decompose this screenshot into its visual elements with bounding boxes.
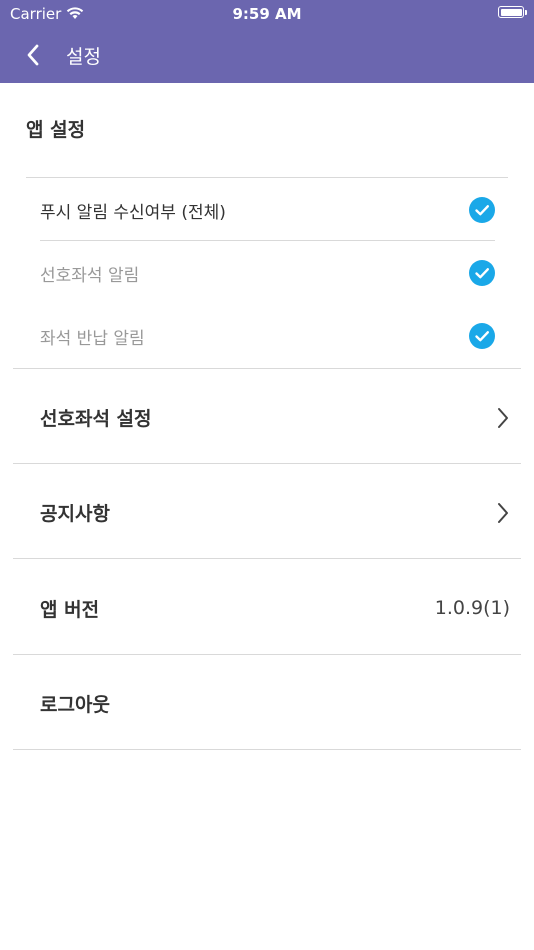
app-version-row: 앱 버전 1.0.9(1) bbox=[40, 560, 510, 655]
divider bbox=[13, 558, 521, 559]
chevron-right-icon bbox=[496, 407, 510, 429]
push-notification-toggle[interactable]: 푸시 알림 수신여부 (전체) bbox=[40, 179, 495, 241]
seat-return-alert-toggle[interactable]: 좌석 반납 알림 bbox=[40, 305, 495, 367]
app-version-label: 앱 버전 bbox=[40, 599, 100, 621]
app-version-value: 1.0.9(1) bbox=[434, 597, 510, 619]
divider bbox=[13, 749, 521, 750]
notice-label: 공지사항 bbox=[40, 503, 110, 525]
chevron-left-icon bbox=[27, 44, 39, 66]
favorite-seat-settings-label: 선호좌석 설정 bbox=[40, 408, 152, 430]
favorite-seat-alert-toggle[interactable]: 선호좌석 알림 bbox=[40, 242, 495, 304]
page-title: 설정 bbox=[66, 46, 101, 68]
clock: 9:59 AM bbox=[232, 5, 302, 23]
app-settings-heading: 앱 설정 bbox=[26, 119, 86, 141]
status-bar: Carrier 9:59 AM bbox=[0, 0, 534, 28]
check-circle-icon[interactable] bbox=[469, 197, 495, 223]
favorite-seat-alert-label: 선호좌석 알림 bbox=[40, 266, 140, 286]
logout-label: 로그아웃 bbox=[40, 694, 110, 716]
chevron-right-icon bbox=[496, 502, 510, 524]
notice-row[interactable]: 공지사항 bbox=[40, 464, 510, 559]
divider bbox=[40, 240, 495, 241]
battery-icon bbox=[498, 6, 527, 18]
check-circle-icon[interactable] bbox=[469, 323, 495, 349]
seat-return-alert-label: 좌석 반납 알림 bbox=[40, 329, 145, 349]
back-button[interactable] bbox=[22, 42, 46, 68]
favorite-seat-settings-row[interactable]: 선호좌석 설정 bbox=[40, 369, 510, 464]
divider bbox=[26, 177, 508, 178]
navigation-bar: 설정 bbox=[0, 28, 534, 83]
check-circle-icon[interactable] bbox=[469, 260, 495, 286]
push-notification-label: 푸시 알림 수신여부 (전체) bbox=[40, 203, 226, 223]
logout-row[interactable]: 로그아웃 bbox=[40, 655, 510, 750]
